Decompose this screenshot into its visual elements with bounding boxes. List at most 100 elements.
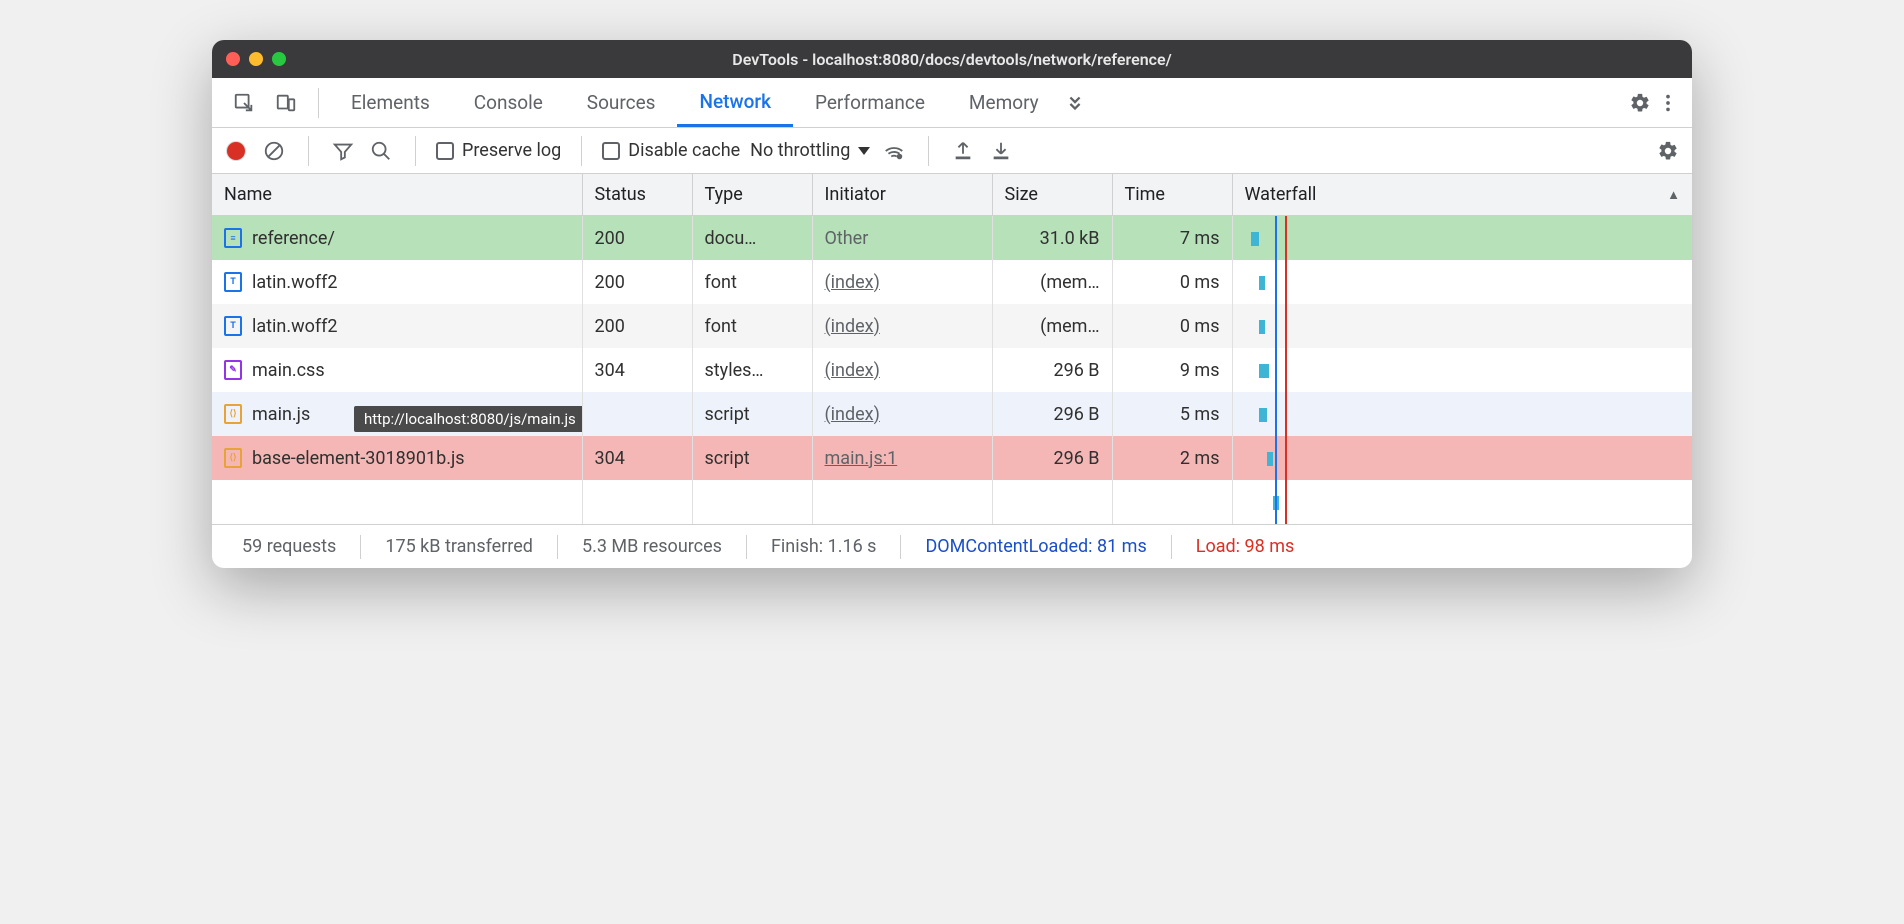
minimize-icon[interactable] [249, 52, 263, 66]
font-file-icon: T [224, 272, 242, 292]
type-cell: script [692, 392, 812, 436]
disable-cache-checkbox[interactable]: Disable cache [602, 140, 740, 161]
table-header-row: Name Status Type Initiator Size Time Wat… [212, 174, 1692, 216]
size-cell: 296 B [992, 392, 1112, 436]
table-row[interactable]: ≡ reference/200docu…Other31.0 kB7 ms [212, 216, 1692, 261]
font-file-icon: T [224, 316, 242, 336]
col-header-name[interactable]: Name [212, 174, 582, 216]
separator [415, 136, 416, 166]
record-button[interactable] [222, 137, 250, 165]
tab-elements[interactable]: Elements [329, 78, 452, 127]
panel-tab-row: ElementsConsoleSourcesNetworkPerformance… [212, 78, 1692, 128]
time-cell: 2 ms [1112, 436, 1232, 480]
traffic-lights [226, 52, 286, 66]
col-header-waterfall[interactable]: Waterfall▲ [1232, 174, 1692, 216]
export-har-icon[interactable] [987, 137, 1015, 165]
status-finish: Finish: 1.16 s [757, 536, 891, 557]
col-header-size[interactable]: Size [992, 174, 1112, 216]
initiator-cell[interactable]: (index) [812, 304, 992, 348]
tab-sources[interactable]: Sources [565, 78, 678, 127]
throttling-select[interactable]: No throttling [750, 140, 870, 161]
waterfall-cell [1232, 392, 1692, 436]
more-tabs-icon[interactable] [1061, 89, 1089, 117]
status-cell: 200 [582, 304, 692, 348]
status-cell: 304 [582, 348, 692, 392]
initiator-cell[interactable]: main.js:1 [812, 436, 992, 480]
separator [928, 136, 929, 166]
type-cell: script [692, 436, 812, 480]
table-row[interactable]: ⟨⟩base-element-3018901b.js304scriptmain.… [212, 436, 1692, 480]
separator [318, 88, 319, 118]
separator [1171, 535, 1172, 559]
file-name: reference/ [252, 228, 335, 249]
status-cell: 304 [582, 436, 692, 480]
disable-cache-label: Disable cache [628, 140, 740, 161]
size-cell: 296 B [992, 348, 1112, 392]
tab-performance[interactable]: Performance [793, 78, 947, 127]
filter-icon[interactable] [329, 137, 357, 165]
tab-memory[interactable]: Memory [947, 78, 1061, 127]
table-row[interactable]: Tlatin.woff2 200font(index)(mem…0 ms [212, 304, 1692, 348]
settings-icon[interactable] [1626, 89, 1654, 117]
waterfall-cell [1232, 304, 1692, 348]
throttling-value: No throttling [750, 140, 850, 161]
type-cell: styles… [692, 348, 812, 392]
status-cell [582, 392, 692, 436]
size-cell: (mem… [992, 304, 1112, 348]
status-cell: 200 [582, 216, 692, 261]
sort-arrow-icon: ▲ [1667, 187, 1680, 203]
window-title: DevTools - localhost:8080/docs/devtools/… [732, 50, 1171, 69]
table-row[interactable]: Tlatin.woff2200font(index)(mem…0 ms [212, 260, 1692, 304]
status-load: Load: 98 ms [1182, 536, 1309, 557]
titlebar: DevTools - localhost:8080/docs/devtools/… [212, 40, 1692, 78]
clear-icon[interactable] [260, 137, 288, 165]
col-header-status[interactable]: Status [582, 174, 692, 216]
status-transferred: 175 kB transferred [371, 536, 547, 557]
separator [581, 136, 582, 166]
size-cell: (mem… [992, 260, 1112, 304]
separator [360, 535, 361, 559]
file-name: latin.woff2 [252, 316, 338, 337]
doc-file-icon: ≡ [224, 228, 242, 248]
table-row[interactable]: ⟨⟩main.jshttp://localhost:8080/js/main.j… [212, 392, 1692, 436]
tab-network[interactable]: Network [677, 78, 793, 127]
inspect-icon[interactable] [230, 89, 258, 117]
waterfall-cell [1232, 216, 1692, 261]
chevron-down-icon [858, 147, 870, 155]
network-conditions-icon[interactable] [880, 137, 908, 165]
kebab-menu-icon[interactable] [1654, 89, 1682, 117]
col-header-initiator[interactable]: Initiator [812, 174, 992, 216]
file-name: main.css [252, 360, 325, 381]
initiator-cell[interactable]: (index) [812, 348, 992, 392]
type-cell: font [692, 260, 812, 304]
status-dcl: DOMContentLoaded: 81 ms [911, 536, 1160, 557]
maximize-icon[interactable] [272, 52, 286, 66]
js-file-icon: ⟨⟩ [224, 404, 242, 424]
time-cell: 0 ms [1112, 260, 1232, 304]
time-cell: 0 ms [1112, 304, 1232, 348]
separator [900, 535, 901, 559]
initiator-cell[interactable]: (index) [812, 260, 992, 304]
time-cell: 7 ms [1112, 216, 1232, 261]
tab-console[interactable]: Console [452, 78, 565, 127]
type-cell: font [692, 304, 812, 348]
table-row-empty [212, 480, 1692, 524]
preserve-log-checkbox[interactable]: Preserve log [436, 140, 561, 161]
devtools-window: DevTools - localhost:8080/docs/devtools/… [212, 40, 1692, 568]
search-icon[interactable] [367, 137, 395, 165]
import-har-icon[interactable] [949, 137, 977, 165]
type-cell: docu… [692, 216, 812, 261]
css-file-icon: ✎ [224, 360, 242, 380]
size-cell: 31.0 kB [992, 216, 1112, 261]
waterfall-cell [1232, 260, 1692, 304]
initiator-cell[interactable]: (index) [812, 392, 992, 436]
device-toggle-icon[interactable] [272, 89, 300, 117]
separator [308, 136, 309, 166]
network-settings-icon[interactable] [1654, 137, 1682, 165]
size-cell: 296 B [992, 436, 1112, 480]
col-header-time[interactable]: Time [1112, 174, 1232, 216]
initiator-cell: Other [812, 216, 992, 261]
table-row[interactable]: ✎main.css304styles…(index)296 B9 ms [212, 348, 1692, 392]
col-header-type[interactable]: Type [692, 174, 812, 216]
close-icon[interactable] [226, 52, 240, 66]
